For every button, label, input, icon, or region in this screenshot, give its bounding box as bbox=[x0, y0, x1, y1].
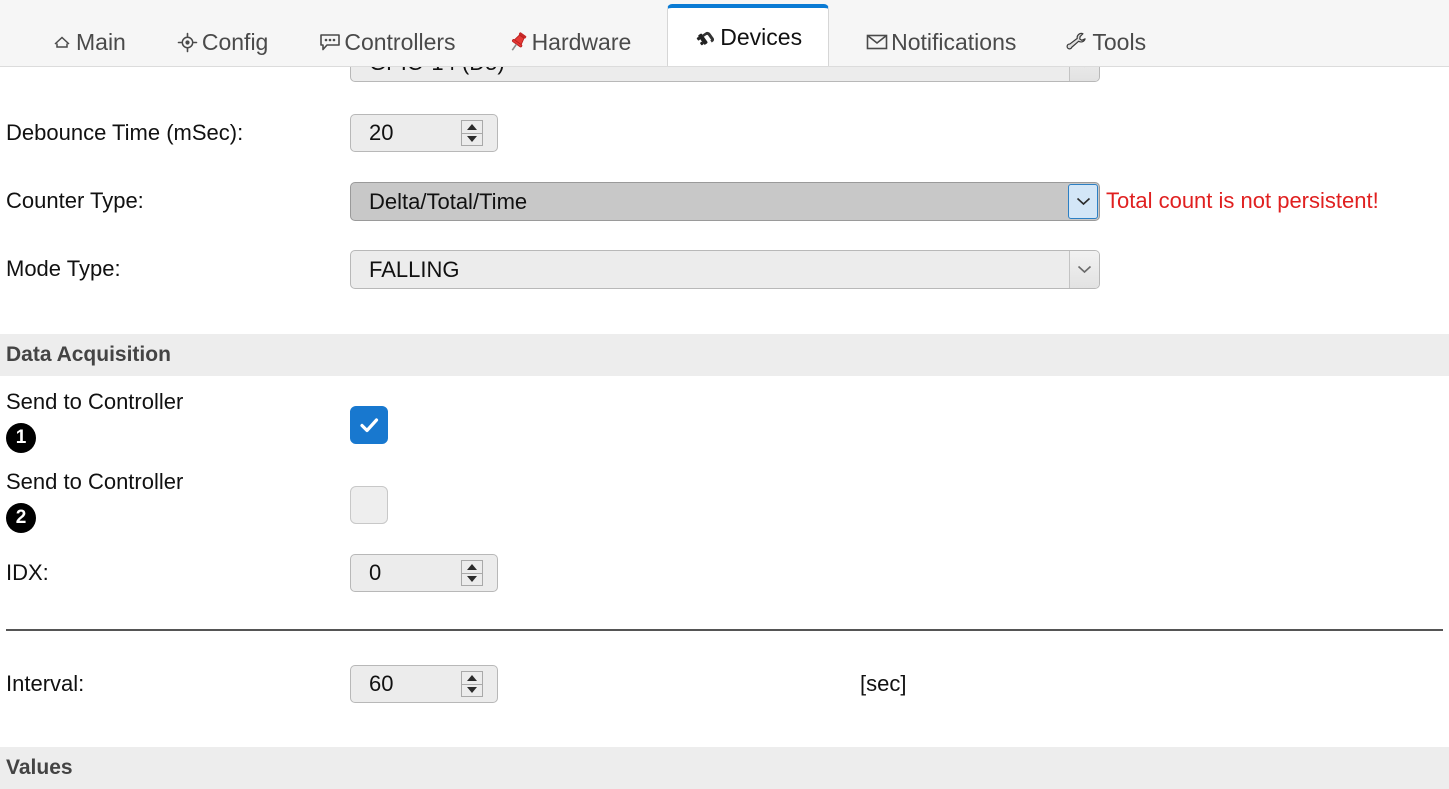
envelope-icon bbox=[865, 30, 889, 54]
label-text: Send to Controller bbox=[6, 469, 184, 494]
tab-main[interactable]: Main bbox=[36, 18, 140, 66]
section-header-values: Values bbox=[0, 747, 1449, 789]
interval-label: Interval: bbox=[6, 671, 85, 696]
tab-label: Config bbox=[201, 28, 269, 55]
stepper-up-icon[interactable] bbox=[462, 672, 482, 685]
tab-config[interactable]: Config bbox=[162, 18, 282, 66]
chevron-down-icon[interactable] bbox=[1069, 251, 1099, 288]
idx-input[interactable]: 0 bbox=[350, 554, 498, 592]
idx-stepper[interactable] bbox=[461, 560, 483, 586]
pushpin-icon bbox=[506, 30, 530, 54]
interval-input[interactable]: 60 bbox=[350, 665, 498, 703]
mode-type-select[interactable]: FALLING bbox=[350, 250, 1100, 289]
wrench-icon bbox=[1066, 30, 1090, 54]
speech-bubble-icon bbox=[318, 30, 342, 54]
gear-icon bbox=[176, 30, 200, 54]
idx-label: IDX: bbox=[6, 560, 49, 585]
interval-unit: [sec] bbox=[860, 671, 907, 696]
tab-label: Main bbox=[76, 28, 126, 55]
counter-type-select[interactable]: Delta/Total/Time bbox=[350, 182, 1100, 221]
debounce-time-stepper[interactable] bbox=[461, 120, 483, 146]
debounce-time-label: Debounce Time (mSec): bbox=[6, 120, 244, 145]
tab-label: Devices bbox=[720, 23, 803, 50]
counter-type-value: Delta/Total/Time bbox=[369, 188, 528, 214]
interval-stepper[interactable] bbox=[461, 671, 483, 697]
counter-type-warning: Total count is not persistent! bbox=[1106, 188, 1379, 213]
idx-value: 0 bbox=[369, 560, 382, 585]
send-to-controller-1-label: Send to Controller 1 bbox=[6, 388, 183, 453]
tab-hardware[interactable]: Hardware bbox=[492, 18, 646, 66]
tab-notifications[interactable]: Notifications bbox=[851, 18, 1030, 66]
section-header-data-acquisition: Data Acquisition bbox=[0, 334, 1449, 376]
tab-label: Tools bbox=[1092, 28, 1147, 55]
debounce-time-value: 20 bbox=[369, 120, 394, 145]
send-to-controller-2-label: Send to Controller 2 bbox=[6, 468, 183, 533]
tab-label: Hardware bbox=[531, 28, 632, 55]
tab-devices[interactable]: Devices bbox=[667, 4, 830, 66]
controller-index-badge: 1 bbox=[6, 422, 36, 453]
section-title: Data Acquisition bbox=[6, 343, 171, 366]
mode-type-value: FALLING bbox=[369, 256, 460, 282]
tab-label: Notifications bbox=[891, 28, 1017, 55]
tab-controllers[interactable]: Controllers bbox=[304, 18, 469, 66]
debounce-time-input[interactable]: 20 bbox=[350, 114, 498, 152]
tab-tools[interactable]: Tools bbox=[1052, 18, 1160, 66]
stepper-down-icon[interactable] bbox=[462, 685, 482, 697]
stepper-down-icon[interactable] bbox=[462, 574, 482, 586]
navigation-bar: Main Config Controllers Hardware Devices… bbox=[0, 0, 1449, 67]
section-title: Values bbox=[6, 756, 73, 779]
send-to-controller-1-checkbox[interactable] bbox=[350, 406, 388, 444]
navigation-tabs: Main Config Controllers Hardware Devices… bbox=[36, 0, 1182, 66]
interval-value: 60 bbox=[369, 671, 394, 696]
section-divider bbox=[6, 629, 1443, 631]
stepper-down-icon[interactable] bbox=[462, 134, 482, 146]
plug-icon bbox=[694, 25, 718, 49]
controller-index-badge: 2 bbox=[6, 502, 36, 533]
stepper-up-icon[interactable] bbox=[462, 121, 482, 134]
label-text: Send to Controller bbox=[6, 389, 184, 414]
check-icon bbox=[360, 418, 379, 433]
send-to-controller-2-checkbox[interactable] bbox=[350, 486, 388, 524]
tab-label: Controllers bbox=[344, 28, 456, 55]
chevron-down-icon[interactable] bbox=[1068, 184, 1098, 219]
home-icon bbox=[50, 30, 74, 54]
stepper-up-icon[interactable] bbox=[462, 561, 482, 574]
counter-type-label: Counter Type: bbox=[6, 188, 144, 213]
mode-type-label: Mode Type: bbox=[6, 256, 121, 281]
